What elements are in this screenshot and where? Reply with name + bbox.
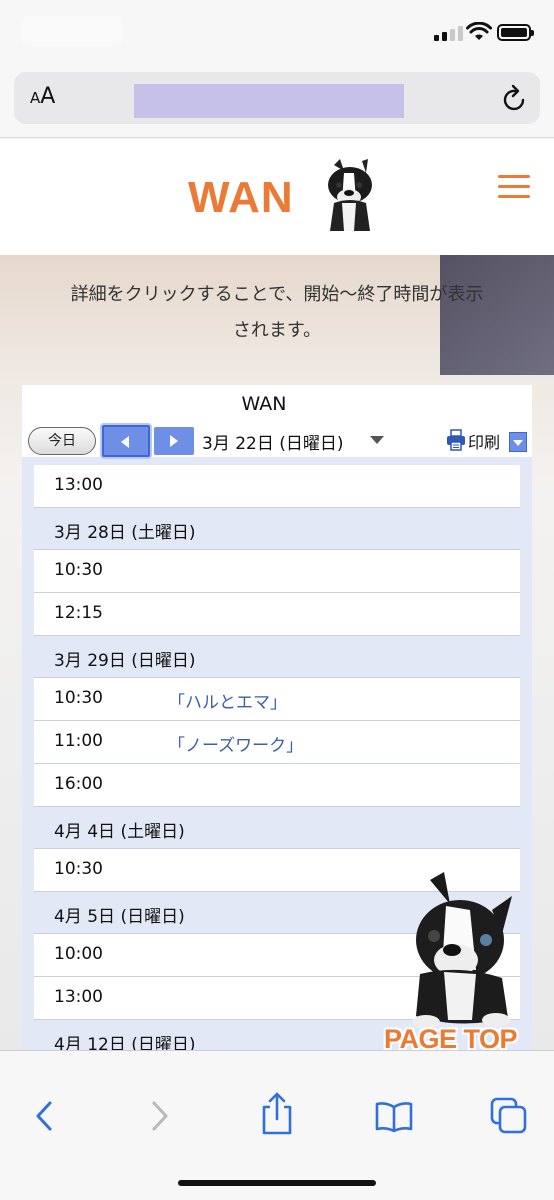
- event-time: 10:30: [54, 859, 103, 879]
- intro-line-2: されます。: [232, 320, 322, 341]
- day-header-label: 3月 28日 (土曜日): [54, 523, 196, 543]
- home-indicator: [178, 1180, 376, 1186]
- browser-toolbar: [0, 1050, 554, 1200]
- day-header-label: 4月 12日 (日曜日): [54, 1035, 196, 1050]
- print-icon[interactable]: [446, 429, 466, 451]
- browser-address-area: AA: [0, 66, 554, 138]
- event-time: 12:15: [54, 603, 103, 623]
- calendar-header: WAN 今日 3月 22日 (日曜日) 印刷: [22, 385, 532, 457]
- prev-button[interactable]: [102, 425, 150, 457]
- day-header-label: 4月 4日 (土曜日): [54, 822, 185, 842]
- event-time: 10:30: [54, 560, 103, 580]
- site-header: WAN: [0, 139, 554, 255]
- status-time-redacted: [22, 16, 122, 46]
- day-header: 3月 29日 (日曜日): [34, 636, 520, 678]
- address-bar[interactable]: AA: [14, 72, 540, 124]
- event-row[interactable]: 16:00: [34, 764, 520, 807]
- today-button[interactable]: 今日: [28, 427, 96, 455]
- site-logo[interactable]: WAN: [188, 173, 294, 223]
- current-date-label[interactable]: 3月 22日 (日曜日): [202, 429, 344, 454]
- day-header-label: 4月 5日 (日曜日): [54, 907, 185, 927]
- print-button[interactable]: 印刷: [468, 429, 500, 453]
- event-time: 13:00: [54, 987, 103, 1007]
- reload-icon[interactable]: [502, 84, 528, 112]
- date-dropdown-icon[interactable]: [370, 436, 384, 444]
- event-row[interactable]: 11:00 「ノーズワーク」: [34, 721, 520, 764]
- event-row[interactable]: 10:30 「ハルとエマ」: [34, 678, 520, 721]
- dog-logo-icon: [328, 159, 372, 231]
- event-time: 10:30: [54, 688, 103, 708]
- intro-text: 詳細をクリックすることで、開始〜終了時間が表示 されます。: [14, 277, 540, 349]
- event-title-link[interactable]: 「ハルとエマ」: [168, 688, 287, 713]
- menu-icon[interactable]: [498, 175, 530, 205]
- next-button[interactable]: [154, 427, 194, 455]
- event-row[interactable]: 12:15: [34, 593, 520, 636]
- chevron-right-icon: [170, 435, 178, 447]
- signal-icon: [434, 26, 463, 41]
- event-row[interactable]: 13:00: [34, 465, 520, 508]
- url-redacted[interactable]: [134, 84, 404, 118]
- forward-icon[interactable]: [148, 1099, 172, 1133]
- status-bar: [0, 0, 554, 66]
- day-header-label: 3月 29日 (日曜日): [54, 651, 196, 671]
- battery-icon: [497, 24, 534, 41]
- day-header: 3月 28日 (土曜日): [34, 508, 520, 550]
- event-time: 11:00: [54, 731, 103, 751]
- back-icon[interactable]: [32, 1099, 56, 1133]
- event-time: 16:00: [54, 774, 103, 794]
- print-dropdown-button[interactable]: [509, 432, 527, 452]
- calendar-title: WAN: [241, 393, 287, 415]
- chevron-left-icon: [121, 436, 129, 448]
- bookmarks-icon[interactable]: [374, 1101, 414, 1133]
- event-row[interactable]: 10:30: [34, 550, 520, 593]
- event-time: 10:00: [54, 944, 103, 964]
- event-title-link[interactable]: 「ノーズワーク」: [168, 731, 303, 756]
- intro-line-1: 詳細をクリックすることで、開始〜終了時間が表示: [70, 284, 484, 305]
- event-time: 13:00: [54, 475, 103, 495]
- day-header: 4月 4日 (土曜日): [34, 807, 520, 849]
- text-size-button[interactable]: AA: [30, 84, 55, 109]
- tabs-icon[interactable]: [490, 1097, 528, 1135]
- share-icon[interactable]: [260, 1091, 294, 1135]
- wifi-icon: [466, 22, 492, 40]
